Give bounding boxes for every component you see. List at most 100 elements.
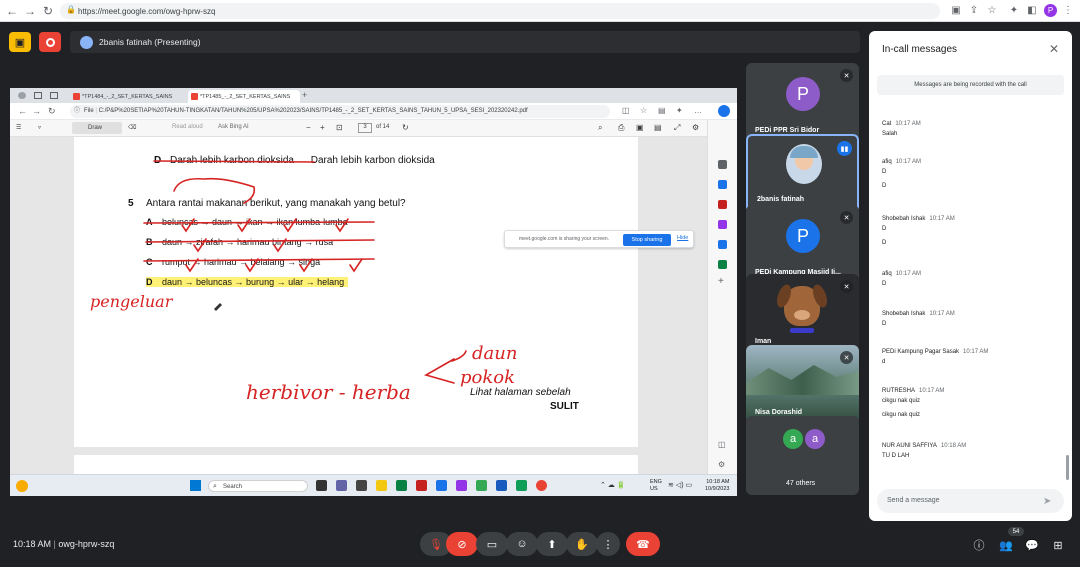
- weather-icon[interactable]: [16, 480, 28, 492]
- participant-tile[interactable]: P ✕ PEDi PPR Sri Bidor: [746, 63, 859, 142]
- settings-icon[interactable]: ⚙: [718, 460, 725, 469]
- profile-avatar[interactable]: P: [1044, 4, 1057, 17]
- sender: afiq: [882, 271, 892, 277]
- ask-bing-button[interactable]: Ask Bing AI: [218, 124, 249, 130]
- search-icon[interactable]: ⌕: [598, 123, 602, 133]
- menu-kebab-icon[interactable]: ⋮: [1062, 4, 1074, 16]
- camera-off-button[interactable]: ⊘: [446, 532, 478, 556]
- send-icon[interactable]: ➤: [1043, 496, 1051, 507]
- bookmark-star-icon[interactable]: ☆: [986, 4, 998, 16]
- search-icon[interactable]: [718, 160, 727, 169]
- language-indicator[interactable]: ENG US: [650, 479, 662, 493]
- zoom-out-icon[interactable]: −: [306, 123, 311, 132]
- close-icon[interactable]: ✕: [1049, 42, 1059, 56]
- captions-button[interactable]: ▭: [476, 532, 508, 556]
- presenting-icon[interactable]: ▣: [9, 32, 31, 52]
- explorer-icon[interactable]: [376, 480, 387, 491]
- participant-tile-speaking[interactable]: ▮▮ 2banis fatinah: [746, 134, 859, 213]
- settings-icon[interactable]: ⚙: [692, 123, 699, 132]
- more-icon[interactable]: …: [694, 106, 702, 115]
- address-bar[interactable]: 🔒 https://meet.google.com/owg-hprw-szq: [60, 3, 940, 19]
- fit-page-icon[interactable]: ⊡: [336, 123, 343, 132]
- teams-icon[interactable]: [336, 480, 347, 491]
- taskbar-search[interactable]: ⌕ Search: [208, 480, 308, 492]
- people-icon[interactable]: 👥: [998, 537, 1014, 553]
- outlook-icon[interactable]: [718, 260, 727, 269]
- share-icon[interactable]: ⇪: [968, 4, 980, 16]
- leave-call-button[interactable]: ☎: [626, 532, 660, 556]
- recording-icon[interactable]: [39, 32, 61, 52]
- participant-tile[interactable]: P ✕ PEDi Kampung Masjid Ij...: [746, 205, 859, 284]
- extensions-icon[interactable]: ✦: [1008, 4, 1020, 16]
- save-icon[interactable]: ▣: [636, 123, 644, 132]
- chat-scrollbar[interactable]: [1066, 455, 1069, 480]
- office-icon[interactable]: [718, 240, 727, 249]
- store-icon[interactable]: [436, 480, 447, 491]
- highlight-icon[interactable]: ▿: [38, 124, 41, 131]
- zoom-in-icon[interactable]: +: [320, 123, 325, 132]
- new-tab-icon[interactable]: +: [302, 90, 307, 100]
- back-icon[interactable]: ←: [18, 106, 27, 116]
- present-button[interactable]: ⬆: [536, 532, 568, 556]
- task-view-icon[interactable]: [316, 480, 327, 491]
- draw-button[interactable]: Draw: [72, 122, 122, 134]
- tools-icon[interactable]: [718, 200, 727, 209]
- add-icon[interactable]: +: [718, 276, 724, 287]
- rotate-icon[interactable]: ↻: [402, 123, 409, 132]
- wifi-volume-icon[interactable]: ≋ ◁) ▭: [668, 481, 692, 489]
- pdf-viewer[interactable]: D Darah lebih karbon dioksida Darah lebih…: [10, 137, 707, 485]
- stop-sharing-button[interactable]: Stop sharing: [623, 234, 671, 246]
- favorites-icon[interactable]: ☆: [640, 106, 647, 115]
- app-icon[interactable]: [356, 480, 367, 491]
- tab-tp1485[interactable]: *TP1485_-_2_SET_KERTAS_SAINS: [188, 90, 300, 103]
- read-aloud-button[interactable]: Read aloud: [172, 124, 203, 130]
- bing-icon[interactable]: [718, 105, 730, 117]
- tab-tp1484[interactable]: *TP1484_-_2_SET_KERTAS_SAINS: [70, 90, 182, 103]
- send-message-input[interactable]: Send a message: [877, 489, 1064, 513]
- games-icon[interactable]: [718, 220, 727, 229]
- shopping-icon[interactable]: [718, 180, 727, 189]
- reactions-button[interactable]: ☺: [506, 532, 538, 556]
- fullscreen-icon[interactable]: ⤢: [674, 123, 680, 133]
- hide-link[interactable]: Hide: [677, 235, 688, 241]
- timestamp: 10:17 AM: [895, 159, 922, 165]
- info-icon[interactable]: ⓘ: [971, 537, 987, 553]
- forward-icon[interactable]: →: [22, 3, 38, 19]
- back-icon[interactable]: ←: [4, 3, 20, 19]
- more-options-button[interactable]: ⋮: [596, 532, 620, 556]
- raise-hand-button[interactable]: ✋: [566, 532, 598, 556]
- participant-tile[interactable]: ✕ Iman: [746, 274, 859, 353]
- split-screen-icon[interactable]: ◫: [718, 440, 726, 449]
- sidepanel-icon[interactable]: ◧: [1026, 4, 1038, 16]
- mcafee-icon[interactable]: [416, 480, 427, 491]
- share-notice-text: meet.google.com is sharing your screen.: [519, 236, 610, 242]
- word-icon[interactable]: [496, 480, 507, 491]
- taskbar-clock[interactable]: 10:18 AM 10/9/2023: [705, 479, 729, 493]
- eraser-icon[interactable]: ⌫: [128, 124, 136, 131]
- tray-icons[interactable]: ⌃ ☁ 🔋: [600, 481, 625, 489]
- chrome-icon[interactable]: [536, 480, 547, 491]
- others-tile[interactable]: a a 47 others: [746, 416, 859, 495]
- inner-address-bar[interactable]: ⓘ File | C:/P&P%20SETIAP%20TAHUN-TINGKAT…: [70, 105, 610, 118]
- app-icon[interactable]: [456, 480, 467, 491]
- split-icon[interactable]: ◫: [622, 106, 630, 115]
- forward-icon[interactable]: →: [32, 106, 41, 116]
- edge-icon[interactable]: [396, 480, 407, 491]
- save-as-icon[interactable]: ▤: [654, 123, 662, 132]
- app-icon[interactable]: [516, 480, 527, 491]
- app-icon[interactable]: [476, 480, 487, 491]
- participant-tile[interactable]: ✕ Nisa Dorashid: [746, 345, 859, 424]
- activities-icon[interactable]: ⊞: [1050, 537, 1066, 553]
- landscape-background: [746, 365, 859, 395]
- page-number-input[interactable]: 3: [358, 123, 372, 133]
- start-icon[interactable]: [190, 480, 201, 491]
- chat-icon[interactable]: 💬: [1024, 537, 1040, 553]
- contents-icon[interactable]: ☰: [16, 124, 21, 131]
- camera-icon[interactable]: ▣: [950, 4, 962, 16]
- reload-icon[interactable]: ↻: [48, 106, 56, 117]
- collections-icon[interactable]: ▤: [658, 106, 666, 115]
- extensions-icon[interactable]: ✦: [676, 106, 683, 115]
- draw-label: Draw: [88, 125, 103, 131]
- reload-icon[interactable]: ↻: [40, 3, 56, 19]
- print-icon[interactable]: ⎙: [618, 123, 624, 133]
